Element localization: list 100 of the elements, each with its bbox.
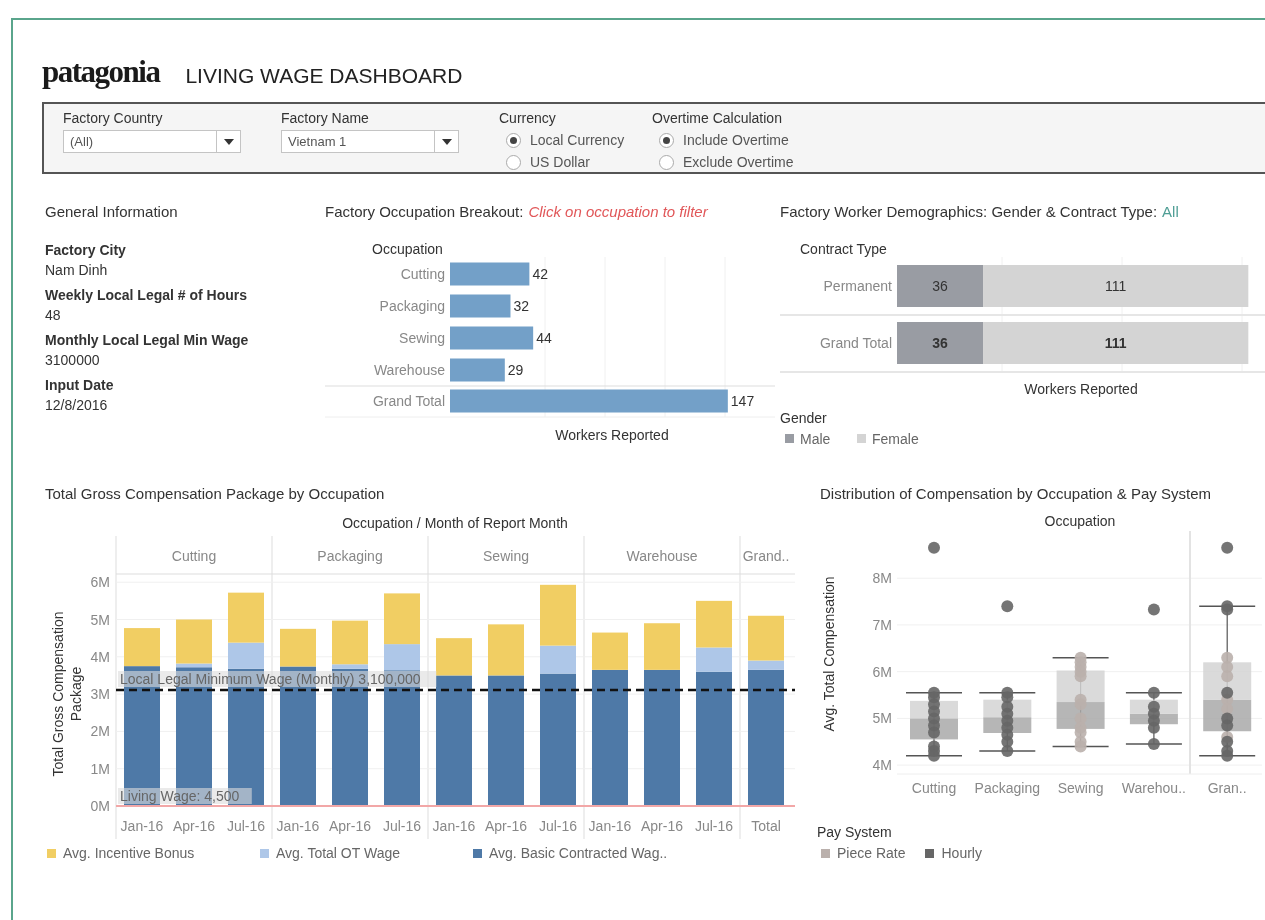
radio-option[interactable]: US Dollar — [506, 151, 652, 173]
data-point — [1147, 721, 1160, 734]
radio-option[interactable]: Exclude Overtime — [659, 151, 952, 173]
caret-icon — [223, 138, 234, 145]
category-label: Grand Total — [372, 393, 445, 409]
dropdown[interactable]: Vietnam 1 — [281, 130, 459, 153]
axis-title: Occupation — [1044, 513, 1116, 529]
value-label: 42 — [532, 266, 548, 282]
data-point — [1221, 661, 1234, 673]
field-value: 12/8/2016 — [45, 396, 108, 415]
data-point — [1074, 740, 1087, 753]
bar[interactable] — [450, 294, 511, 318]
bar-segment[interactable] — [897, 322, 984, 364]
logo: patagonia — [42, 56, 160, 87]
data-point — [1221, 686, 1234, 699]
field-label: Input Date — [45, 376, 114, 395]
category-label: Packaging — [974, 780, 1040, 796]
legend-label: Hourly — [941, 844, 982, 863]
bar-segment[interactable] — [436, 638, 472, 676]
legend-label: Female — [872, 431, 919, 447]
pane-header: Sewing — [483, 548, 529, 564]
axis-title: Occupation / Month of Report Month — [342, 515, 568, 531]
category-label: Sewing — [1057, 780, 1104, 796]
filter-hint: Click on occupation to filter — [528, 202, 708, 222]
filter-label: Currency — [499, 109, 557, 128]
category-label: Gran.. — [1207, 780, 1247, 796]
tick-label: 4M — [872, 757, 892, 774]
bar-segment[interactable] — [332, 664, 368, 669]
tick-label: Apr-16 — [485, 818, 527, 834]
value-label: 32 — [513, 298, 530, 314]
bar-segment[interactable] — [280, 628, 316, 667]
legend-title: Pay System — [817, 823, 892, 841]
bar[interactable] — [450, 326, 534, 350]
bar-segment[interactable] — [696, 600, 732, 648]
legend-label: Male — [800, 431, 831, 447]
data-point — [928, 541, 940, 554]
value-label: 29 — [507, 362, 524, 378]
legend-label: Piece Rate — [837, 844, 906, 863]
value-label: 111 — [1105, 278, 1127, 294]
data-point — [1221, 703, 1234, 716]
tick-label: 4M — [90, 648, 110, 665]
bar-segment[interactable] — [384, 644, 420, 671]
tick-label: Jul-16 — [382, 818, 422, 834]
tick-label: 8M — [872, 570, 892, 587]
bar-segment[interactable] — [540, 645, 576, 674]
bar-segment[interactable] — [592, 632, 628, 670]
dropdown[interactable]: (All) — [63, 130, 241, 153]
pane-header: Cutting — [171, 548, 217, 564]
value-label: 36 — [932, 278, 948, 294]
tick-label: Apr-16 — [173, 818, 215, 834]
category-label: Grand Total — [819, 335, 892, 351]
bar-segment[interactable] — [696, 647, 732, 672]
axis-title: Occupation — [372, 241, 443, 257]
legend-label: Avg. Basic Contracted Wag.. — [489, 844, 668, 863]
pane-header: Grand.. — [742, 548, 790, 564]
data-point — [1221, 670, 1234, 683]
data-point — [1001, 745, 1014, 758]
bar-segment[interactable] — [332, 620, 368, 665]
caret-icon — [441, 138, 452, 145]
tick-label: Jan-16 — [276, 818, 320, 834]
axis-title: Workers Reported — [555, 427, 669, 443]
category-label: Sewing — [399, 330, 445, 346]
tick-label: Jul-16 — [694, 818, 734, 834]
category-label: Warehou.. — [1121, 780, 1186, 796]
field-value: 3100000 — [45, 351, 100, 370]
tick-label: 5M — [872, 710, 892, 727]
data-point — [1221, 719, 1234, 732]
pane-header: Warehouse — [626, 548, 698, 564]
data-point — [1221, 749, 1234, 762]
data-point — [1147, 686, 1160, 699]
tick-label: 7M — [872, 616, 892, 633]
radio-option[interactable]: Local Currency — [506, 129, 652, 151]
bar-segment[interactable] — [228, 642, 264, 669]
field-value: Nam Dinh — [45, 261, 108, 280]
data-point — [1001, 600, 1014, 613]
data-point — [1001, 735, 1014, 748]
bar-segment[interactable] — [748, 615, 784, 661]
bar-segment[interactable] — [897, 265, 984, 307]
bar[interactable] — [450, 358, 505, 382]
tick-label: Jul-16 — [226, 818, 266, 834]
bar[interactable] — [450, 389, 728, 413]
category-label: Warehouse — [373, 362, 445, 378]
filter-value: All — [1162, 202, 1179, 222]
filter-label: Overtime Calculation — [652, 109, 783, 128]
field-value: 48 — [45, 306, 61, 325]
bar[interactable] — [450, 262, 530, 286]
section-title: Factory Worker Demographics: Gender & Contract Type: — [780, 202, 1158, 222]
bar-segment[interactable] — [124, 628, 160, 667]
tick-label: Jul-16 — [538, 818, 578, 834]
radio-option[interactable]: Include Overtime — [659, 129, 952, 151]
legend-label: Avg. Incentive Bonus — [63, 844, 195, 863]
section-title: General Information — [45, 202, 178, 222]
tick-label: Total — [751, 818, 781, 834]
tick-label: 1M — [90, 760, 110, 777]
category-label: Cutting — [911, 780, 957, 796]
bar-segment[interactable] — [748, 660, 784, 670]
value-label: 111 — [1104, 335, 1127, 351]
legend-label: Avg. Total OT Wage — [276, 844, 400, 863]
bar-segment[interactable] — [176, 619, 212, 664]
value-label: 36 — [932, 335, 948, 351]
